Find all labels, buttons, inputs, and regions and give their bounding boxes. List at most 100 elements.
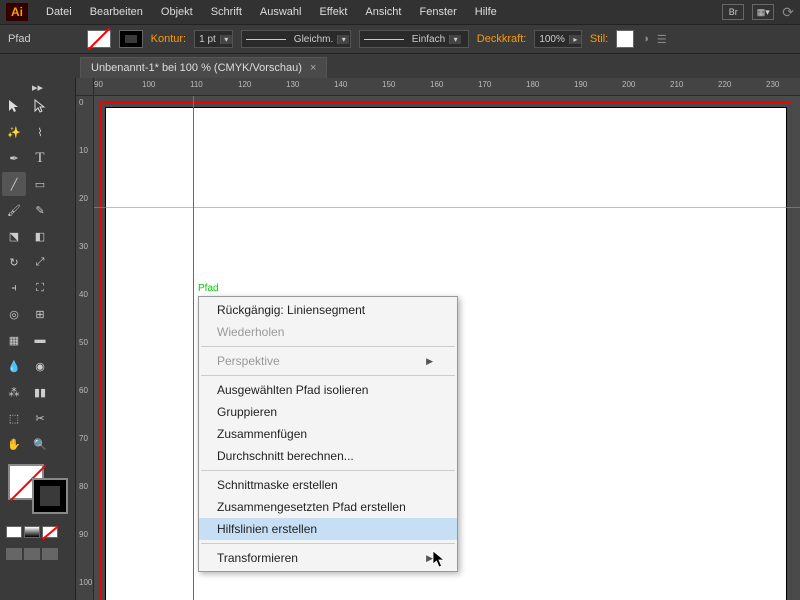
- eyedropper-tool[interactable]: 💧: [2, 354, 26, 378]
- blend-tool[interactable]: ◉: [28, 354, 52, 378]
- toolbox: ▸▸ ✨ ⌇ ✒ T ╱ ▭ 🖌 ✎ ⬔ ◧ ↻ ⤢ ⫞ ⛶ ◎ ⊞ ▦ ▬ 💧…: [0, 78, 76, 600]
- hand-tool[interactable]: ✋: [2, 432, 26, 456]
- document-tab[interactable]: Unbenannt-1* bei 100 % (CMYK/Vorschau) ×: [80, 57, 327, 78]
- ruler-tick: 220: [718, 80, 731, 89]
- ruler-tick: 90: [94, 80, 103, 89]
- context-menu-item[interactable]: Zusammengesetzten Pfad erstellen: [199, 496, 457, 518]
- stroke-weight-field[interactable]: 1 pt▾: [194, 30, 233, 48]
- direct-selection-tool[interactable]: [28, 94, 52, 118]
- arrange-docs-icon[interactable]: ▦▾: [752, 4, 774, 20]
- draw-behind-icon[interactable]: [24, 548, 40, 560]
- gradient-mode-icon[interactable]: [24, 526, 40, 538]
- ruler-tick: 100: [79, 578, 92, 587]
- lasso-tool[interactable]: ⌇: [28, 120, 52, 144]
- context-menu-item[interactable]: Zusammenfügen: [199, 423, 457, 445]
- tab-close-icon[interactable]: ×: [310, 62, 316, 74]
- line-segment-tool[interactable]: ╱: [2, 172, 26, 196]
- context-menu-item-label: Zusammenfügen: [217, 427, 307, 441]
- context-menu-separator: [201, 375, 455, 376]
- menu-effect[interactable]: Effekt: [311, 3, 355, 21]
- ruler-tick: 180: [526, 80, 539, 89]
- rotate-tool[interactable]: ↻: [2, 250, 26, 274]
- horizontal-ruler[interactable]: 9010011012013014015016017018019020021022…: [94, 78, 800, 96]
- context-menu-item[interactable]: Durchschnitt berechnen...: [199, 445, 457, 467]
- menu-type[interactable]: Schrift: [203, 3, 250, 21]
- mouse-cursor: [432, 550, 444, 566]
- opacity-field[interactable]: 100%▸: [534, 30, 582, 48]
- width-tool[interactable]: ⫞: [2, 276, 26, 300]
- context-menu-item-label: Hilfslinien erstellen: [217, 522, 317, 536]
- ruler-tick: 20: [79, 194, 88, 203]
- vertical-ruler[interactable]: 0102030405060708090100110: [76, 96, 94, 600]
- stroke-profile-dropdown[interactable]: Gleichm.▾: [241, 30, 351, 48]
- selection-annotation: Pfad: [198, 283, 219, 294]
- bridge-icon[interactable]: Br: [722, 4, 744, 20]
- app-icon: Ai: [6, 3, 28, 21]
- menu-help[interactable]: Hilfe: [467, 3, 505, 21]
- paintbrush-tool[interactable]: 🖌: [2, 198, 26, 222]
- ruler-tick: 210: [670, 80, 683, 89]
- brush-dropdown[interactable]: Einfach▾: [359, 30, 469, 48]
- ruler-tick: 100: [142, 80, 155, 89]
- scale-tool[interactable]: ⤢: [28, 250, 52, 274]
- brush-value: Einfach: [408, 34, 449, 45]
- menu-edit[interactable]: Bearbeiten: [82, 3, 151, 21]
- selection-tool[interactable]: [2, 94, 26, 118]
- draw-inside-icon[interactable]: [42, 548, 58, 560]
- ruler-tick: 190: [574, 80, 587, 89]
- context-menu-item-label: Ausgewählten Pfad isolieren: [217, 383, 368, 397]
- mesh-tool[interactable]: ▦: [2, 328, 26, 352]
- context-menu-item[interactable]: Rückgängig: Liniensegment: [199, 299, 457, 321]
- column-graph-tool[interactable]: ▮▮: [28, 380, 52, 404]
- selected-path[interactable]: [193, 108, 194, 600]
- canvas-area[interactable]: 9010011012013014015016017018019020021022…: [76, 78, 800, 600]
- stroke-label[interactable]: Kontur:: [151, 33, 186, 45]
- style-label[interactable]: Stil:: [590, 33, 608, 45]
- pencil-tool[interactable]: ✎: [28, 198, 52, 222]
- collapse-handle[interactable]: ▸▸: [2, 82, 73, 92]
- blob-brush-tool[interactable]: ⬔: [2, 224, 26, 248]
- guide-horizontal[interactable]: [94, 207, 800, 208]
- context-menu-item[interactable]: Transformieren▶: [199, 547, 457, 569]
- stroke-swatch-large[interactable]: [32, 478, 68, 514]
- menu-select[interactable]: Auswahl: [252, 3, 310, 21]
- symbol-sprayer-tool[interactable]: ⁂: [2, 380, 26, 404]
- pen-tool[interactable]: ✒: [2, 146, 26, 170]
- perspective-grid-tool[interactable]: ⊞: [28, 302, 52, 326]
- none-mode-icon[interactable]: [42, 526, 58, 538]
- ruler-tick: 120: [238, 80, 251, 89]
- draw-normal-icon[interactable]: [6, 548, 22, 560]
- context-menu-item-label: Schnittmaske erstellen: [217, 478, 338, 492]
- sync-icon[interactable]: ⟳: [782, 4, 794, 21]
- stroke-swatch[interactable]: [119, 30, 143, 48]
- slice-tool[interactable]: ✂: [28, 406, 52, 430]
- fill-swatch[interactable]: [87, 30, 111, 48]
- fill-stroke-control[interactable]: [8, 464, 68, 514]
- align-icon[interactable]: ☰: [657, 33, 667, 46]
- rectangle-tool[interactable]: ▭: [28, 172, 52, 196]
- ruler-origin[interactable]: [76, 78, 94, 96]
- context-menu-item[interactable]: Hilfslinien erstellen: [199, 518, 457, 540]
- menu-object[interactable]: Objekt: [153, 3, 201, 21]
- style-swatch[interactable]: [616, 30, 634, 48]
- context-menu-item[interactable]: Gruppieren: [199, 401, 457, 423]
- context-menu-item[interactable]: Schnittmaske erstellen: [199, 474, 457, 496]
- magic-wand-tool[interactable]: ✨: [2, 120, 26, 144]
- context-menu-item-label: Transformieren: [217, 551, 298, 565]
- context-menu-item[interactable]: Ausgewählten Pfad isolieren: [199, 379, 457, 401]
- menu-file[interactable]: Datei: [38, 3, 80, 21]
- gradient-tool[interactable]: ▬: [28, 328, 52, 352]
- recolor-icon[interactable]: ◑: [642, 33, 649, 45]
- color-mode-icon[interactable]: [6, 526, 22, 538]
- type-tool[interactable]: T: [28, 146, 52, 170]
- submenu-arrow-icon: ▶: [426, 356, 433, 367]
- free-transform-tool[interactable]: ⛶: [28, 276, 52, 300]
- zoom-tool[interactable]: 🔍: [28, 432, 52, 456]
- eraser-tool[interactable]: ◧: [28, 224, 52, 248]
- opacity-label[interactable]: Deckkraft:: [477, 33, 527, 45]
- shape-builder-tool[interactable]: ◎: [2, 302, 26, 326]
- menu-window[interactable]: Fenster: [411, 3, 464, 21]
- artboard-tool[interactable]: ⬚: [2, 406, 26, 430]
- menu-view[interactable]: Ansicht: [357, 3, 409, 21]
- ruler-tick: 140: [334, 80, 347, 89]
